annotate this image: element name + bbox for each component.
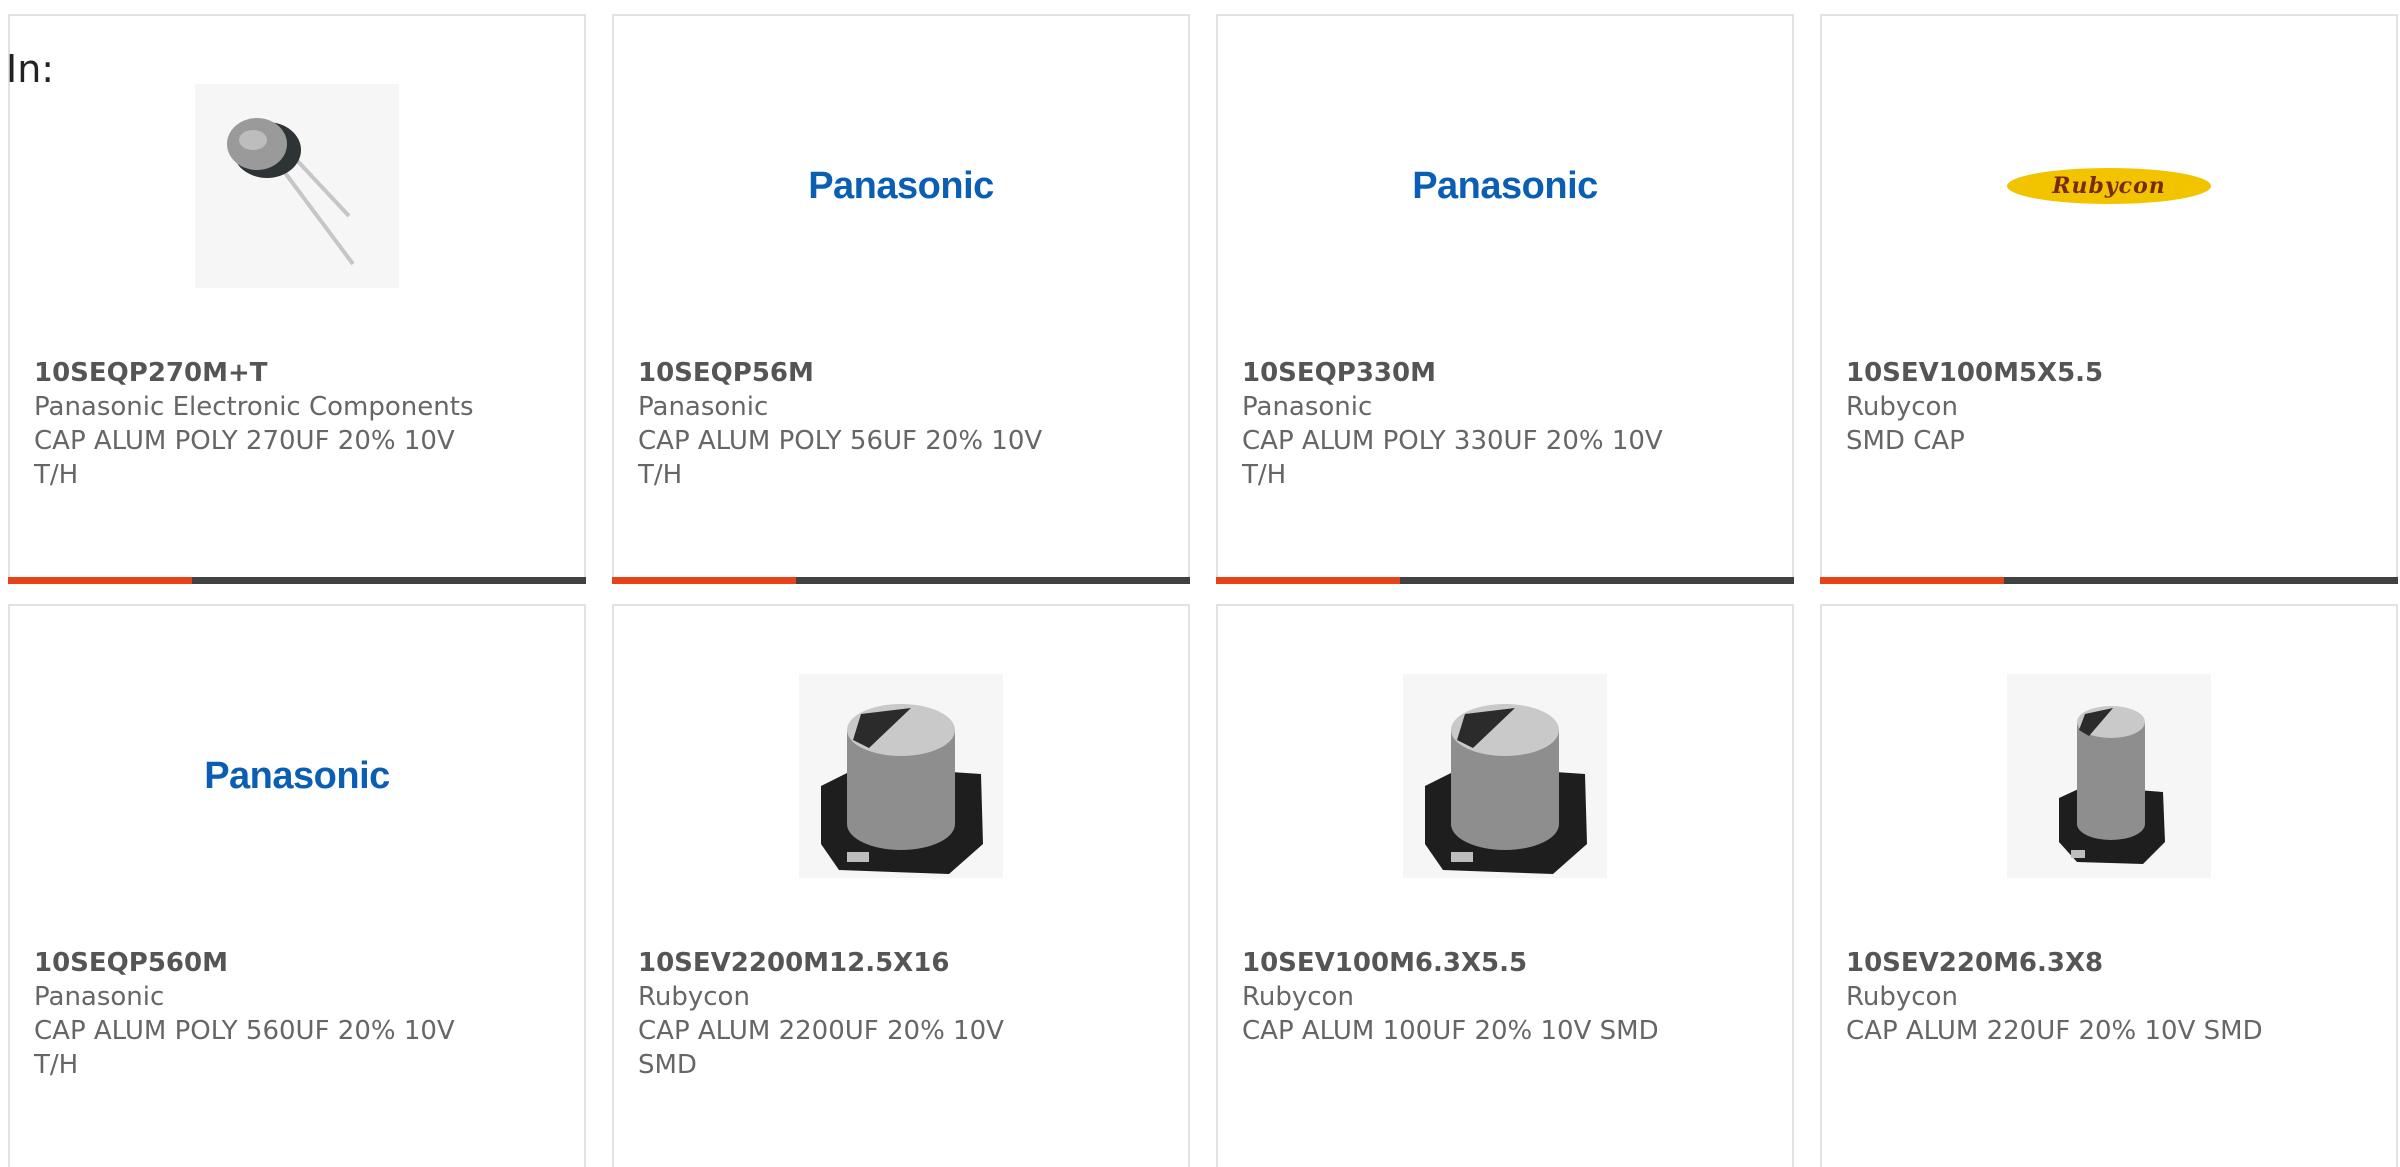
description-text: CAP ALUM 2200UF 20% 10V SMD — [638, 1016, 1004, 1080]
manufacturer-label: Panasonic — [34, 982, 165, 1012]
card-accent-bar — [612, 577, 796, 584]
product-card[interactable]: Rubycon 10SEV100M5X5.5 Rubycon SMD CAP — [1820, 14, 2398, 584]
card-accent-bar — [1820, 577, 2004, 584]
rubycon-logo-icon: Rubycon — [2007, 168, 2211, 204]
part-number-link[interactable]: 10SEV2200M12.5X16 — [638, 946, 1164, 980]
product-card[interactable]: 10SEV100M6.3X5.5 Rubycon CAP ALUM 100UF … — [1216, 604, 1794, 1167]
description-text: CAP ALUM POLY 56UF 20% 10V T/H — [638, 426, 1043, 490]
product-card[interactable]: Panasonic 10SEQP56M Panasonic CAP ALUM P… — [612, 14, 1190, 584]
card-bottom-bar — [8, 577, 586, 584]
manufacturer-label: Panasonic — [1242, 392, 1373, 422]
manufacturer-label: Rubycon — [1846, 392, 1958, 422]
manufacturer-label: Rubycon — [638, 982, 750, 1012]
product-grid-page: In: 10SEQP270M+T Panasonic Electronic Co… — [0, 0, 2400, 1167]
part-number-link[interactable]: 10SEQP56M — [638, 356, 1164, 390]
part-number-link[interactable]: 10SEQP560M — [34, 946, 560, 980]
part-number-link[interactable]: 10SEV220M6.3X8 — [1846, 946, 2372, 980]
description-text: CAP ALUM POLY 560UF 20% 10V T/H — [34, 1016, 455, 1080]
card-accent-bar — [8, 577, 192, 584]
description-text: CAP ALUM POLY 330UF 20% 10V T/H — [1242, 426, 1663, 490]
product-card[interactable]: Panasonic 10SEQP560M Panasonic CAP ALUM … — [8, 604, 586, 1167]
product-card[interactable]: 10SEQP270M+T Panasonic Electronic Compon… — [8, 14, 586, 584]
product-card[interactable]: Panasonic 10SEQP330M Panasonic CAP ALUM … — [1216, 14, 1794, 584]
panasonic-logo-icon: Panasonic — [204, 754, 390, 797]
product-image[interactable]: Panasonic — [614, 86, 1188, 286]
description-text: SMD CAP — [1846, 426, 1965, 456]
manufacturer-label: Panasonic — [638, 392, 769, 422]
radial-capacitor-icon — [195, 84, 399, 288]
manufacturer-label: Rubycon — [1846, 982, 1958, 1012]
description-text: CAP ALUM 100UF 20% 10V SMD — [1242, 1016, 1659, 1046]
smd-capacitor-small-icon — [2007, 674, 2211, 878]
description-text: CAP ALUM POLY 270UF 20% 10V T/H — [34, 426, 455, 490]
product-grid: 10SEQP270M+T Panasonic Electronic Compon… — [8, 14, 2400, 1167]
product-image[interactable]: Panasonic — [10, 676, 584, 876]
card-bottom-bar — [1216, 577, 1794, 584]
card-bottom-bar — [1820, 577, 2398, 584]
panasonic-logo-icon: Panasonic — [808, 164, 994, 207]
smd-capacitor-icon — [1403, 674, 1607, 878]
in-label: In: — [6, 47, 55, 91]
description-text: CAP ALUM 220UF 20% 10V SMD — [1846, 1016, 2263, 1046]
part-number-link[interactable]: 10SEQP270M+T — [34, 356, 560, 390]
manufacturer-label: Panasonic Electronic Components — [34, 392, 474, 422]
product-card[interactable]: 10SEV2200M12.5X16 Rubycon CAP ALUM 2200U… — [612, 604, 1190, 1167]
product-image[interactable] — [614, 674, 1188, 878]
product-image[interactable] — [1822, 674, 2396, 878]
part-number-link[interactable]: 10SEV100M6.3X5.5 — [1242, 946, 1768, 980]
product-image[interactable]: Rubycon — [1822, 86, 2396, 286]
product-card[interactable]: 10SEV220M6.3X8 Rubycon CAP ALUM 220UF 20… — [1820, 604, 2398, 1167]
card-accent-bar — [1216, 577, 1400, 584]
part-number-link[interactable]: 10SEQP330M — [1242, 356, 1768, 390]
product-image[interactable]: Panasonic — [1218, 86, 1792, 286]
product-image[interactable] — [1218, 674, 1792, 878]
panasonic-logo-icon: Panasonic — [1412, 164, 1598, 207]
smd-capacitor-icon — [799, 674, 1003, 878]
card-bottom-bar — [612, 577, 1190, 584]
part-number-link[interactable]: 10SEV100M5X5.5 — [1846, 356, 2372, 390]
product-image[interactable] — [10, 84, 584, 288]
manufacturer-label: Rubycon — [1242, 982, 1354, 1012]
